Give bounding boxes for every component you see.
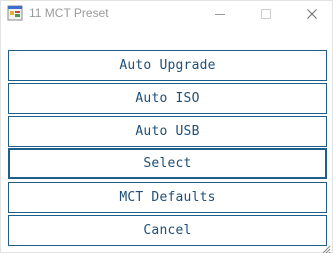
auto-upgrade-button[interactable]: Auto Upgrade xyxy=(8,50,327,81)
title-bar[interactable]: 11 MCT Preset xyxy=(1,1,332,27)
window-title: 11 MCT Preset xyxy=(29,6,109,20)
resize-grip-icon[interactable] xyxy=(321,241,331,253)
app-window-icon xyxy=(7,5,23,21)
close-icon[interactable] xyxy=(289,1,333,27)
preset-window: 11 MCT Preset Auto Upgrade Auto ISO Auto… xyxy=(0,0,333,253)
cancel-button[interactable]: Cancel xyxy=(8,215,327,246)
minimize-icon[interactable] xyxy=(197,1,243,27)
mct-defaults-button[interactable]: MCT Defaults xyxy=(8,182,327,213)
select-button[interactable]: Select xyxy=(8,148,327,179)
auto-usb-button[interactable]: Auto USB xyxy=(8,116,327,147)
auto-iso-button[interactable]: Auto ISO xyxy=(8,83,327,114)
maximize-icon[interactable] xyxy=(243,1,289,27)
